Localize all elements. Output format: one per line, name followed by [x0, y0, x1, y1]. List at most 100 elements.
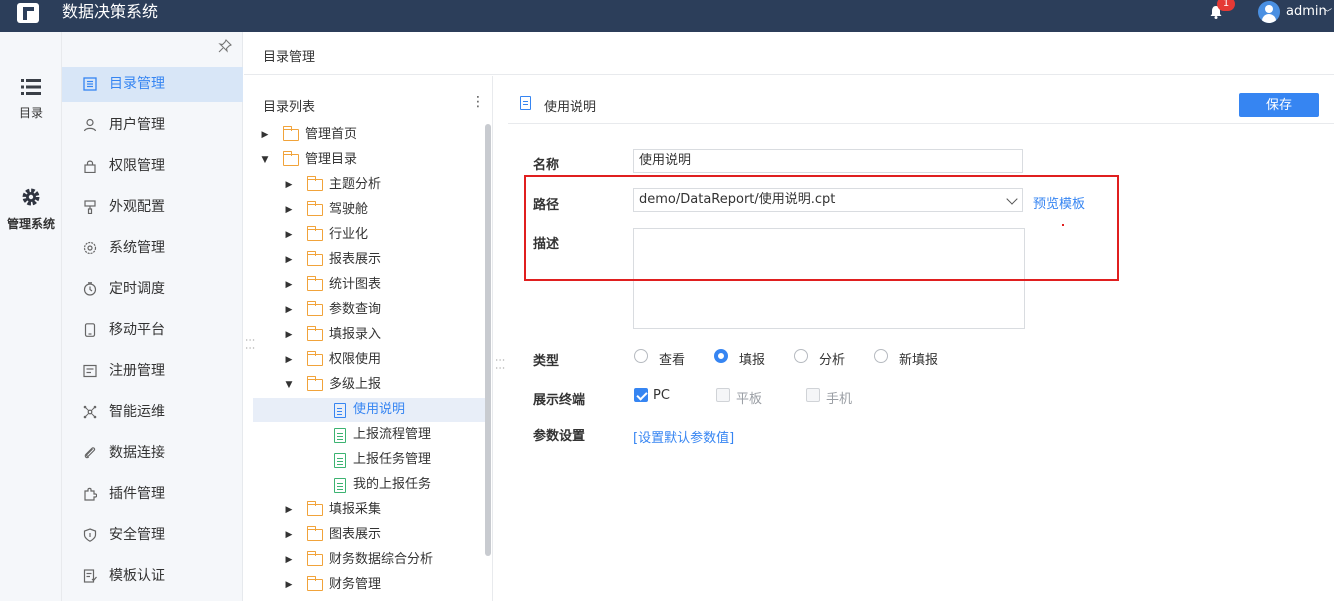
caret-right-icon[interactable]: ▶	[284, 348, 294, 372]
tree-node[interactable]: ▶ 图表展示	[253, 523, 485, 547]
param-label: 参数设置	[533, 429, 586, 444]
app-title: 数据决策系统	[62, 2, 159, 21]
sidebar-item-plugins[interactable]: 插件管理	[62, 477, 243, 512]
tree-node[interactable]: ▶ 驾驶舱	[253, 198, 485, 222]
tree-node[interactable]: 上报任务管理	[253, 448, 485, 472]
caret-right-icon[interactable]: ▶	[284, 523, 294, 547]
sidebar-item-system[interactable]: 系统管理	[62, 231, 243, 266]
terminal-checkbox-phone[interactable]	[806, 388, 820, 402]
sidebar-item-permissions[interactable]: 权限管理	[62, 149, 243, 184]
pin-icon[interactable]	[218, 39, 232, 57]
caret-right-icon[interactable]: ▶	[284, 273, 294, 297]
caret-right-icon[interactable]: ▶	[284, 323, 294, 347]
sidebar-item-data-connection[interactable]: 数据连接	[62, 436, 243, 471]
rail-item-catalog[interactable]: 目录	[0, 78, 62, 121]
caret-down-icon[interactable]: ▼	[284, 373, 294, 397]
caret-right-icon[interactable]: ▶	[284, 173, 294, 197]
tree-node[interactable]: ▶ 财务数据综合分析	[253, 548, 485, 572]
sidebar-item-label: 安全管理	[109, 527, 165, 543]
sidebar-item-label: 智能运维	[109, 404, 165, 420]
sidebar-item-users[interactable]: 用户管理	[62, 108, 243, 143]
folder-icon	[306, 376, 323, 391]
sidebar-item-register[interactable]: 注册管理	[62, 354, 243, 389]
sidebar-item-ops[interactable]: 智能运维	[62, 395, 243, 430]
sidebar-item-schedule[interactable]: 定时调度	[62, 272, 243, 307]
tree-node[interactable]: ▶ 行业化	[253, 223, 485, 247]
tree-node[interactable]: 我的上报任务	[253, 473, 485, 497]
save-button[interactable]: 保存	[1239, 93, 1319, 117]
folder-icon	[306, 226, 323, 241]
tree-node-label: 管理目录	[305, 152, 358, 167]
tree-node[interactable]: ▶ 报表展示	[253, 248, 485, 272]
tree-node-label: 填报采集	[329, 502, 382, 517]
plugin-icon	[84, 487, 97, 501]
folder-icon	[282, 126, 299, 141]
name-field[interactable]: 使用说明	[633, 149, 1023, 173]
username[interactable]: admin	[1286, 4, 1327, 19]
tree-node[interactable]: ▶ 填报采集	[253, 498, 485, 522]
tree-node-label: 参数查询	[329, 302, 382, 317]
link-icon	[84, 447, 96, 459]
tree-node[interactable]: ▶ 主题分析	[253, 173, 485, 197]
tree-scrollbar[interactable]	[485, 124, 491, 556]
sidebar-item-label: 目录管理	[109, 76, 165, 92]
chevron-down-icon[interactable]: ﹀	[1323, 6, 1332, 19]
type-option-label[interactable]: 填报	[739, 349, 765, 368]
tree-node[interactable]: ▶ 管理首页	[253, 123, 485, 147]
tree-node[interactable]: ▼ 多级上报	[253, 373, 485, 397]
form-report-icon	[334, 478, 346, 493]
sidebar-item-mobile[interactable]: 移动平台	[62, 313, 243, 348]
document-icon	[520, 96, 531, 110]
caret-down-icon[interactable]: ▼	[260, 148, 270, 172]
sidebar-item-appearance[interactable]: 外观配置	[62, 190, 243, 225]
list-icon	[21, 79, 41, 95]
caret-right-icon[interactable]: ▶	[284, 548, 294, 572]
tree-node[interactable]: ▶ 参数查询	[253, 298, 485, 322]
appearance-icon	[84, 200, 96, 214]
form-report-icon	[334, 428, 346, 443]
folder-icon	[306, 301, 323, 316]
type-radio-fill[interactable]	[714, 349, 728, 363]
sidebar-item-catalog[interactable]: 目录管理	[62, 67, 243, 102]
tree-node-label: 使用说明	[353, 402, 406, 417]
notification-badge: 1	[1217, 0, 1235, 11]
caret-right-icon[interactable]: ▶	[284, 573, 294, 597]
tree-resize-handle[interactable]: ⋮⋮	[494, 355, 505, 371]
lock-icon	[84, 160, 96, 173]
type-radio-view[interactable]	[634, 349, 648, 363]
tree-header: 目录列表	[263, 100, 316, 115]
terminal-option-label[interactable]: 平板	[736, 388, 762, 407]
tree-node[interactable]: ▶ 填报录入	[253, 323, 485, 347]
terminal-checkbox-pc[interactable]	[634, 388, 648, 402]
caret-right-icon[interactable]: ▶	[284, 198, 294, 222]
terminal-checkbox-tablet[interactable]	[716, 388, 730, 402]
sidebar-item-label: 注册管理	[109, 363, 165, 379]
type-option-label[interactable]: 查看	[659, 349, 685, 368]
caret-right-icon[interactable]: ▶	[284, 248, 294, 272]
terminal-option-label[interactable]: 手机	[826, 388, 852, 407]
caret-right-icon[interactable]: ▶	[260, 123, 270, 147]
tree-node[interactable]: 上报流程管理	[253, 423, 485, 447]
terminal-option-label[interactable]: PC	[653, 388, 670, 403]
caret-right-icon[interactable]: ▶	[284, 298, 294, 322]
type-radio-new-fill[interactable]	[874, 349, 888, 363]
sidebar-item-template-auth[interactable]: 模板认证	[62, 559, 243, 594]
tree-node[interactable]: ▼ 管理目录	[253, 148, 485, 172]
page-title: 目录管理	[263, 50, 316, 65]
sidebar-item-label: 系统管理	[109, 240, 165, 256]
tree-node[interactable]: ▶ 统计图表	[253, 273, 485, 297]
caret-right-icon[interactable]: ▶	[284, 223, 294, 247]
type-option-label[interactable]: 分析	[819, 349, 845, 368]
tree-node[interactable]: ▶ 权限使用	[253, 348, 485, 372]
app-logo-icon[interactable]	[17, 3, 39, 23]
sidebar-item-security[interactable]: 安全管理	[62, 518, 243, 553]
avatar[interactable]	[1258, 1, 1280, 23]
set-default-params-link[interactable]: [设置默认参数值]	[633, 427, 734, 446]
rail-item-admin[interactable]: 管理系统	[0, 187, 62, 232]
tree-node[interactable]: ▶ 财务管理	[253, 573, 485, 597]
type-option-label[interactable]: 新填报	[899, 349, 938, 368]
tree-node[interactable]: 使用说明	[253, 398, 485, 422]
more-options-icon[interactable]: ⋮	[471, 94, 485, 110]
type-radio-analysis[interactable]	[794, 349, 808, 363]
caret-right-icon[interactable]: ▶	[284, 498, 294, 522]
